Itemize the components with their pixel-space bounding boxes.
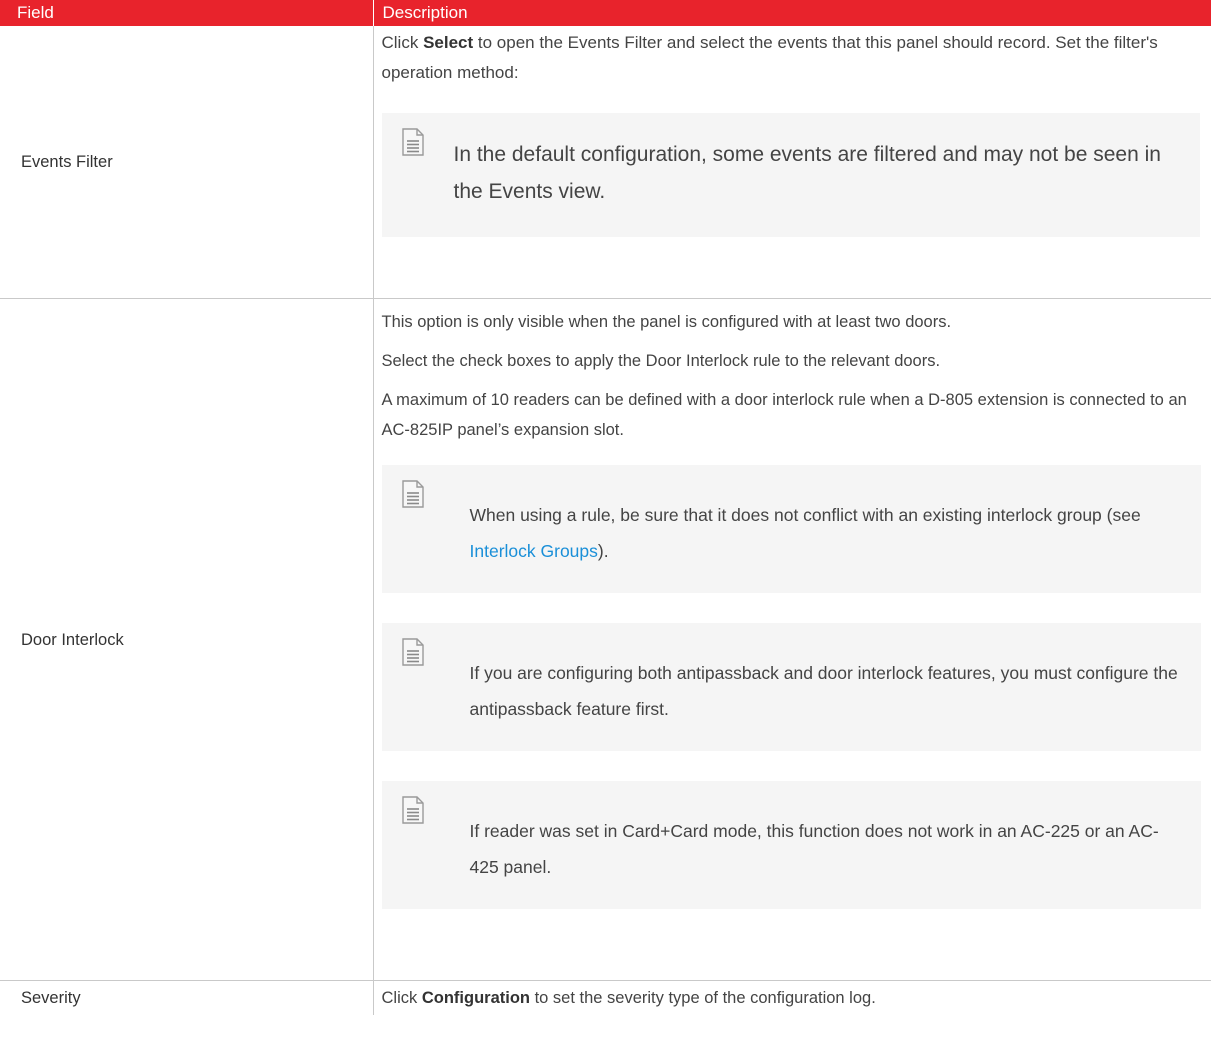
field-severity: Severity xyxy=(21,989,81,1007)
field-events-filter: Events Filter xyxy=(0,26,373,299)
note-box: If reader was set in Card+Card mode, thi… xyxy=(381,781,1201,909)
header-description: Description xyxy=(372,0,1211,26)
note-document-icon xyxy=(401,638,424,666)
header-field: Field xyxy=(0,0,373,26)
note-document-icon xyxy=(401,480,424,508)
note-text: If reader was set in Card+Card mode, thi… xyxy=(469,821,1159,877)
field-door-interlock: Door Interlock xyxy=(0,298,373,981)
table-row: Severity Click Configuration to set the … xyxy=(0,980,1211,1015)
paragraph: A maximum of 10 readers can be defined w… xyxy=(381,391,1187,439)
paragraph: This option is only visible when the pan… xyxy=(381,313,952,331)
desc-door-interlock: This option is only visible when the pan… xyxy=(372,298,1211,981)
note-document-icon xyxy=(401,796,424,824)
table-row: Events Filter Click Select to open the E… xyxy=(0,26,1211,299)
note-text: When using a rule, be sure that it does … xyxy=(469,505,1141,561)
paragraph: Click Configuration to set the severity … xyxy=(381,989,876,1007)
interlock-groups-link[interactable]: Interlock Groups xyxy=(470,541,598,561)
paragraph: Click Select to open the Events Filter a… xyxy=(381,33,1158,82)
desc-severity: Click Configuration to set the severity … xyxy=(372,980,1211,1015)
table-header-row: Field Description xyxy=(0,0,1211,26)
field-description-table: Field Description Events Filter Click Se… xyxy=(0,0,1211,1015)
note-box: If you are configuring both antipassback… xyxy=(381,623,1201,751)
note-document-icon xyxy=(401,128,424,156)
note-box: When using a rule, be sure that it does … xyxy=(381,465,1201,593)
note-box: In the default configuration, some event… xyxy=(381,113,1200,237)
note-text: If you are configuring both antipassback… xyxy=(469,663,1178,719)
paragraph: Select the check boxes to apply the Door… xyxy=(381,352,941,370)
note-text: In the default configuration, some event… xyxy=(453,143,1161,203)
desc-events-filter: Click Select to open the Events Filter a… xyxy=(372,26,1211,299)
table-row: Door Interlock This option is only visib… xyxy=(0,298,1211,981)
